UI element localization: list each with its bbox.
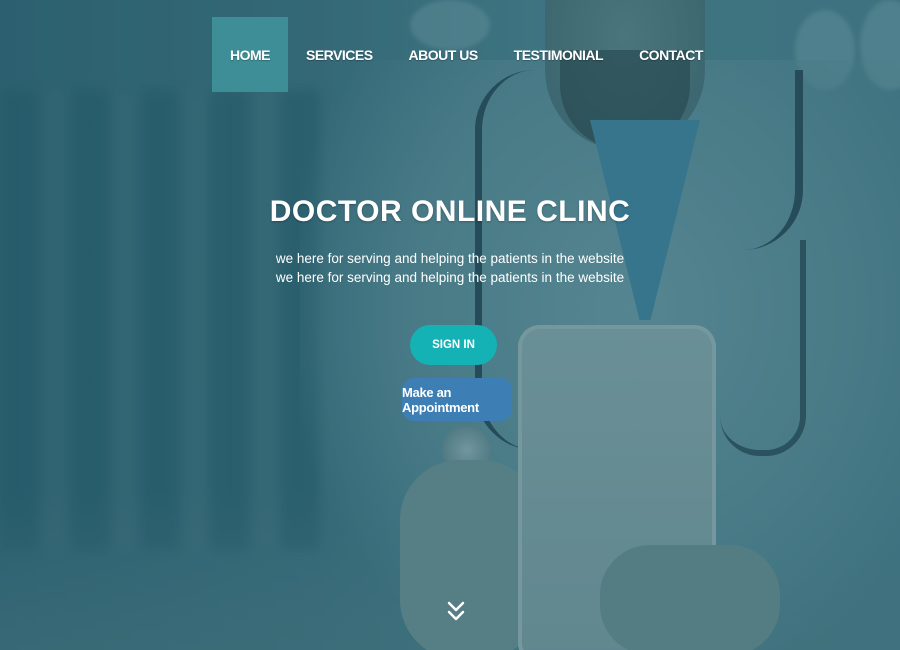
tagline-line-2: we here for serving and helping the pati… [275,270,625,285]
hero-title: DOCTOR ONLINE CLINC [269,195,631,228]
nav-about-us[interactable]: ABOUT US [391,17,496,92]
hero-tagline: we here for serving and helping the pati… [0,249,900,287]
nav-testimonial[interactable]: TESTIMONIAL [496,17,621,92]
make-appointment-button[interactable]: Make an Appointment [402,378,512,421]
nav-home[interactable]: HOME [212,17,288,92]
double-chevron-down-icon[interactable] [446,600,466,624]
tagline-line-1: we here for serving and helping the pati… [275,251,625,266]
main-nav: HOME SERVICES ABOUT US TESTIMONIAL CONTA… [212,17,721,92]
nav-services[interactable]: SERVICES [288,17,391,92]
nav-contact[interactable]: CONTACT [621,17,721,92]
sign-in-button[interactable]: SIGN IN [410,325,497,365]
hero-section: DOCTOR ONLINE CLINC we here for serving … [0,195,900,287]
